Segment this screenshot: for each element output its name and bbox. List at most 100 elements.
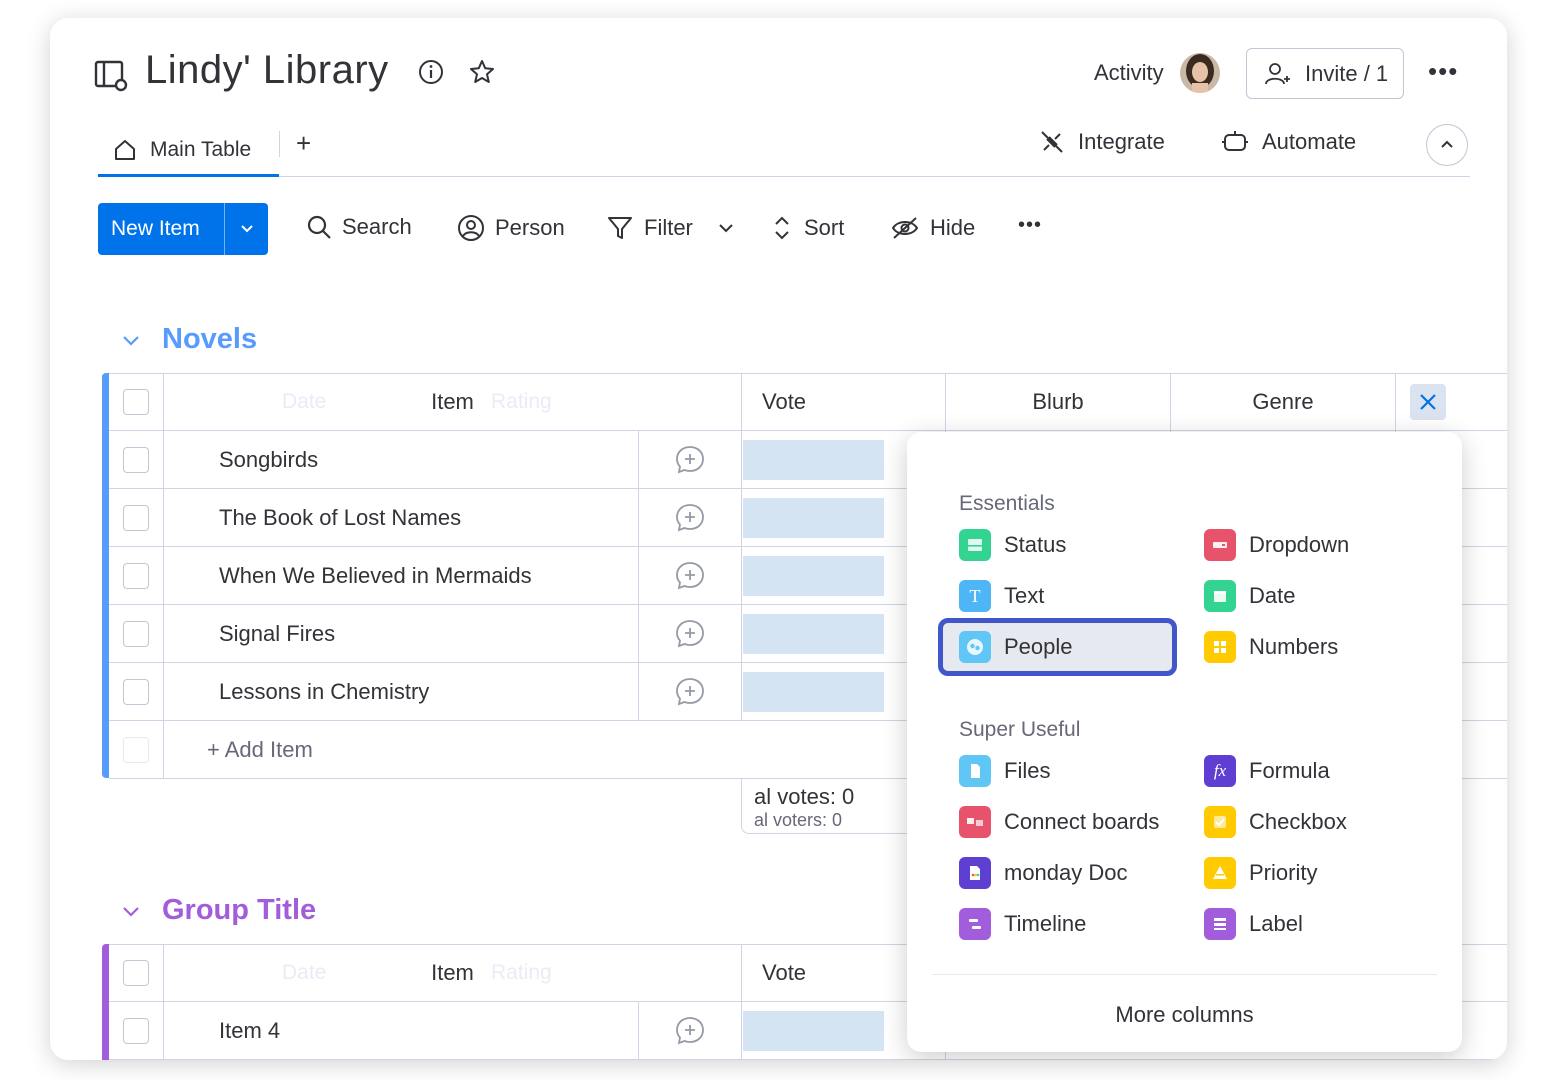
column-option-label: Priority — [1249, 860, 1318, 885]
group-header-novels[interactable]: Novels — [120, 323, 257, 356]
date-icon — [1204, 580, 1236, 612]
select-all-checkbox[interactable] — [123, 389, 149, 415]
blurb-column-header[interactable]: Blurb — [946, 374, 1171, 430]
tabs-divider — [98, 176, 1470, 177]
status-icon — [959, 529, 991, 561]
chevron-down-icon[interactable] — [120, 329, 142, 351]
files-icon — [959, 755, 991, 787]
column-option-label: Checkbox — [1249, 809, 1347, 834]
add-update-icon[interactable] — [674, 560, 706, 592]
column-option-label: Connect boards — [1004, 809, 1160, 834]
invite-button[interactable]: Invite / 1 — [1246, 48, 1404, 99]
column-option-timeline[interactable]: Timeline — [959, 908, 1086, 940]
updates-cell[interactable] — [639, 663, 742, 720]
updates-cell[interactable] — [639, 431, 742, 488]
chevron-down-icon — [240, 225, 253, 233]
add-person-icon — [1265, 62, 1290, 84]
more-columns-link[interactable]: More columns — [907, 1002, 1462, 1028]
updates-cell[interactable] — [639, 489, 742, 546]
add-item-select-cell — [109, 721, 164, 778]
group-title[interactable]: Group Title — [162, 894, 316, 927]
column-option-priority[interactable]: Priority — [1204, 857, 1317, 889]
monday-doc-icon — [959, 857, 991, 889]
info-icon[interactable] — [417, 58, 445, 86]
vote-column-header[interactable]: Vote — [742, 374, 946, 430]
toolbar-more-icon[interactable]: ••• — [1018, 214, 1042, 237]
column-option-monday-doc[interactable]: monday Doc — [959, 857, 1128, 889]
column-option-numbers[interactable]: Numbers — [1204, 631, 1338, 663]
add-item-checkbox — [123, 736, 149, 763]
add-update-icon[interactable] — [674, 444, 706, 476]
add-update-icon[interactable] — [674, 618, 706, 650]
column-option-files[interactable]: Files — [959, 755, 1050, 787]
activity-link[interactable]: Activity — [1094, 60, 1164, 86]
add-update-icon[interactable] — [674, 502, 706, 534]
row-checkbox[interactable] — [123, 446, 149, 473]
vote-bar — [743, 440, 884, 480]
row-select-cell — [109, 1002, 164, 1059]
person-label: Person — [495, 215, 565, 240]
column-option-connect-boards[interactable]: Connect boards — [959, 806, 1159, 838]
new-item-button[interactable]: New Item — [98, 203, 268, 255]
add-update-icon[interactable] — [674, 676, 706, 708]
automate-label: Automate — [1262, 129, 1357, 154]
ghost-date-header: Date — [282, 961, 327, 984]
vote-bar — [743, 556, 884, 596]
group-title[interactable]: Novels — [162, 323, 257, 356]
hide-button[interactable]: Hide — [890, 214, 975, 242]
chevron-down-icon[interactable] — [717, 219, 735, 237]
column-option-status[interactable]: Status — [959, 529, 1066, 561]
column-option-dropdown[interactable]: Dropdown — [1204, 529, 1349, 561]
row-select-cell — [109, 605, 164, 662]
new-item-dropdown[interactable] — [225, 221, 268, 237]
genre-column-header[interactable]: Genre — [1171, 374, 1396, 430]
group-color-bar — [102, 373, 109, 778]
row-checkbox[interactable] — [123, 504, 149, 531]
automate-button[interactable]: Automate — [1220, 128, 1356, 156]
close-column-picker-button[interactable] — [1410, 384, 1446, 420]
integrate-button[interactable]: Integrate — [1038, 128, 1165, 156]
group-header-group-title[interactable]: Group Title — [120, 894, 316, 927]
item-name-cell[interactable]: Lessons in Chemistry — [164, 663, 639, 720]
updates-cell[interactable] — [639, 605, 742, 662]
item-name-cell[interactable]: When We Believed in Mermaids — [164, 547, 639, 604]
item-column-header[interactable]: Date Item Rating — [164, 945, 742, 1001]
row-checkbox[interactable] — [123, 562, 149, 589]
item-name-cell[interactable]: Signal Fires — [164, 605, 639, 662]
filter-icon — [608, 217, 632, 239]
collapse-header-button[interactable] — [1426, 124, 1468, 166]
super-useful-section-label: Super Useful — [959, 718, 1081, 741]
star-icon[interactable] — [468, 58, 496, 86]
column-option-text[interactable]: T Text — [959, 580, 1044, 612]
column-option-formula[interactable]: fx Formula — [1204, 755, 1330, 787]
select-all-checkbox[interactable] — [123, 960, 149, 986]
board-title[interactable]: Lindy' Library — [145, 48, 389, 93]
column-option-label: Timeline — [1004, 911, 1087, 936]
sort-button[interactable]: Sort — [770, 214, 844, 242]
search-button[interactable]: Search — [306, 214, 412, 240]
person-filter-button[interactable]: Person — [457, 214, 565, 242]
column-option-date[interactable]: Date — [1204, 580, 1295, 612]
updates-cell[interactable] — [639, 1002, 742, 1059]
more-options-icon[interactable]: ••• — [1428, 56, 1458, 87]
updates-cell[interactable] — [639, 547, 742, 604]
avatar[interactable] — [1180, 53, 1220, 93]
column-option-people[interactable]: People — [959, 631, 1073, 663]
tab-main-table[interactable]: Main Table — [98, 126, 279, 177]
add-view-button[interactable]: + — [296, 128, 311, 159]
row-checkbox[interactable] — [123, 620, 149, 647]
add-update-icon[interactable] — [674, 1015, 706, 1047]
sort-icon — [775, 216, 789, 240]
row-checkbox[interactable] — [123, 678, 149, 705]
column-option-label-text: Label — [1249, 911, 1303, 936]
item-name-cell[interactable]: Item 4 — [164, 1002, 639, 1059]
row-checkbox[interactable] — [123, 1017, 149, 1044]
column-option-label[interactable]: Label — [1204, 908, 1303, 940]
filter-button[interactable]: Filter — [606, 214, 735, 242]
column-option-checkbox[interactable]: Checkbox — [1204, 806, 1347, 838]
chevron-down-icon[interactable] — [120, 900, 142, 922]
vote-bar — [743, 614, 884, 654]
item-name-cell[interactable]: Songbirds — [164, 431, 639, 488]
item-name-cell[interactable]: The Book of Lost Names — [164, 489, 639, 546]
item-column-header[interactable]: Date Item Rating — [164, 374, 742, 430]
